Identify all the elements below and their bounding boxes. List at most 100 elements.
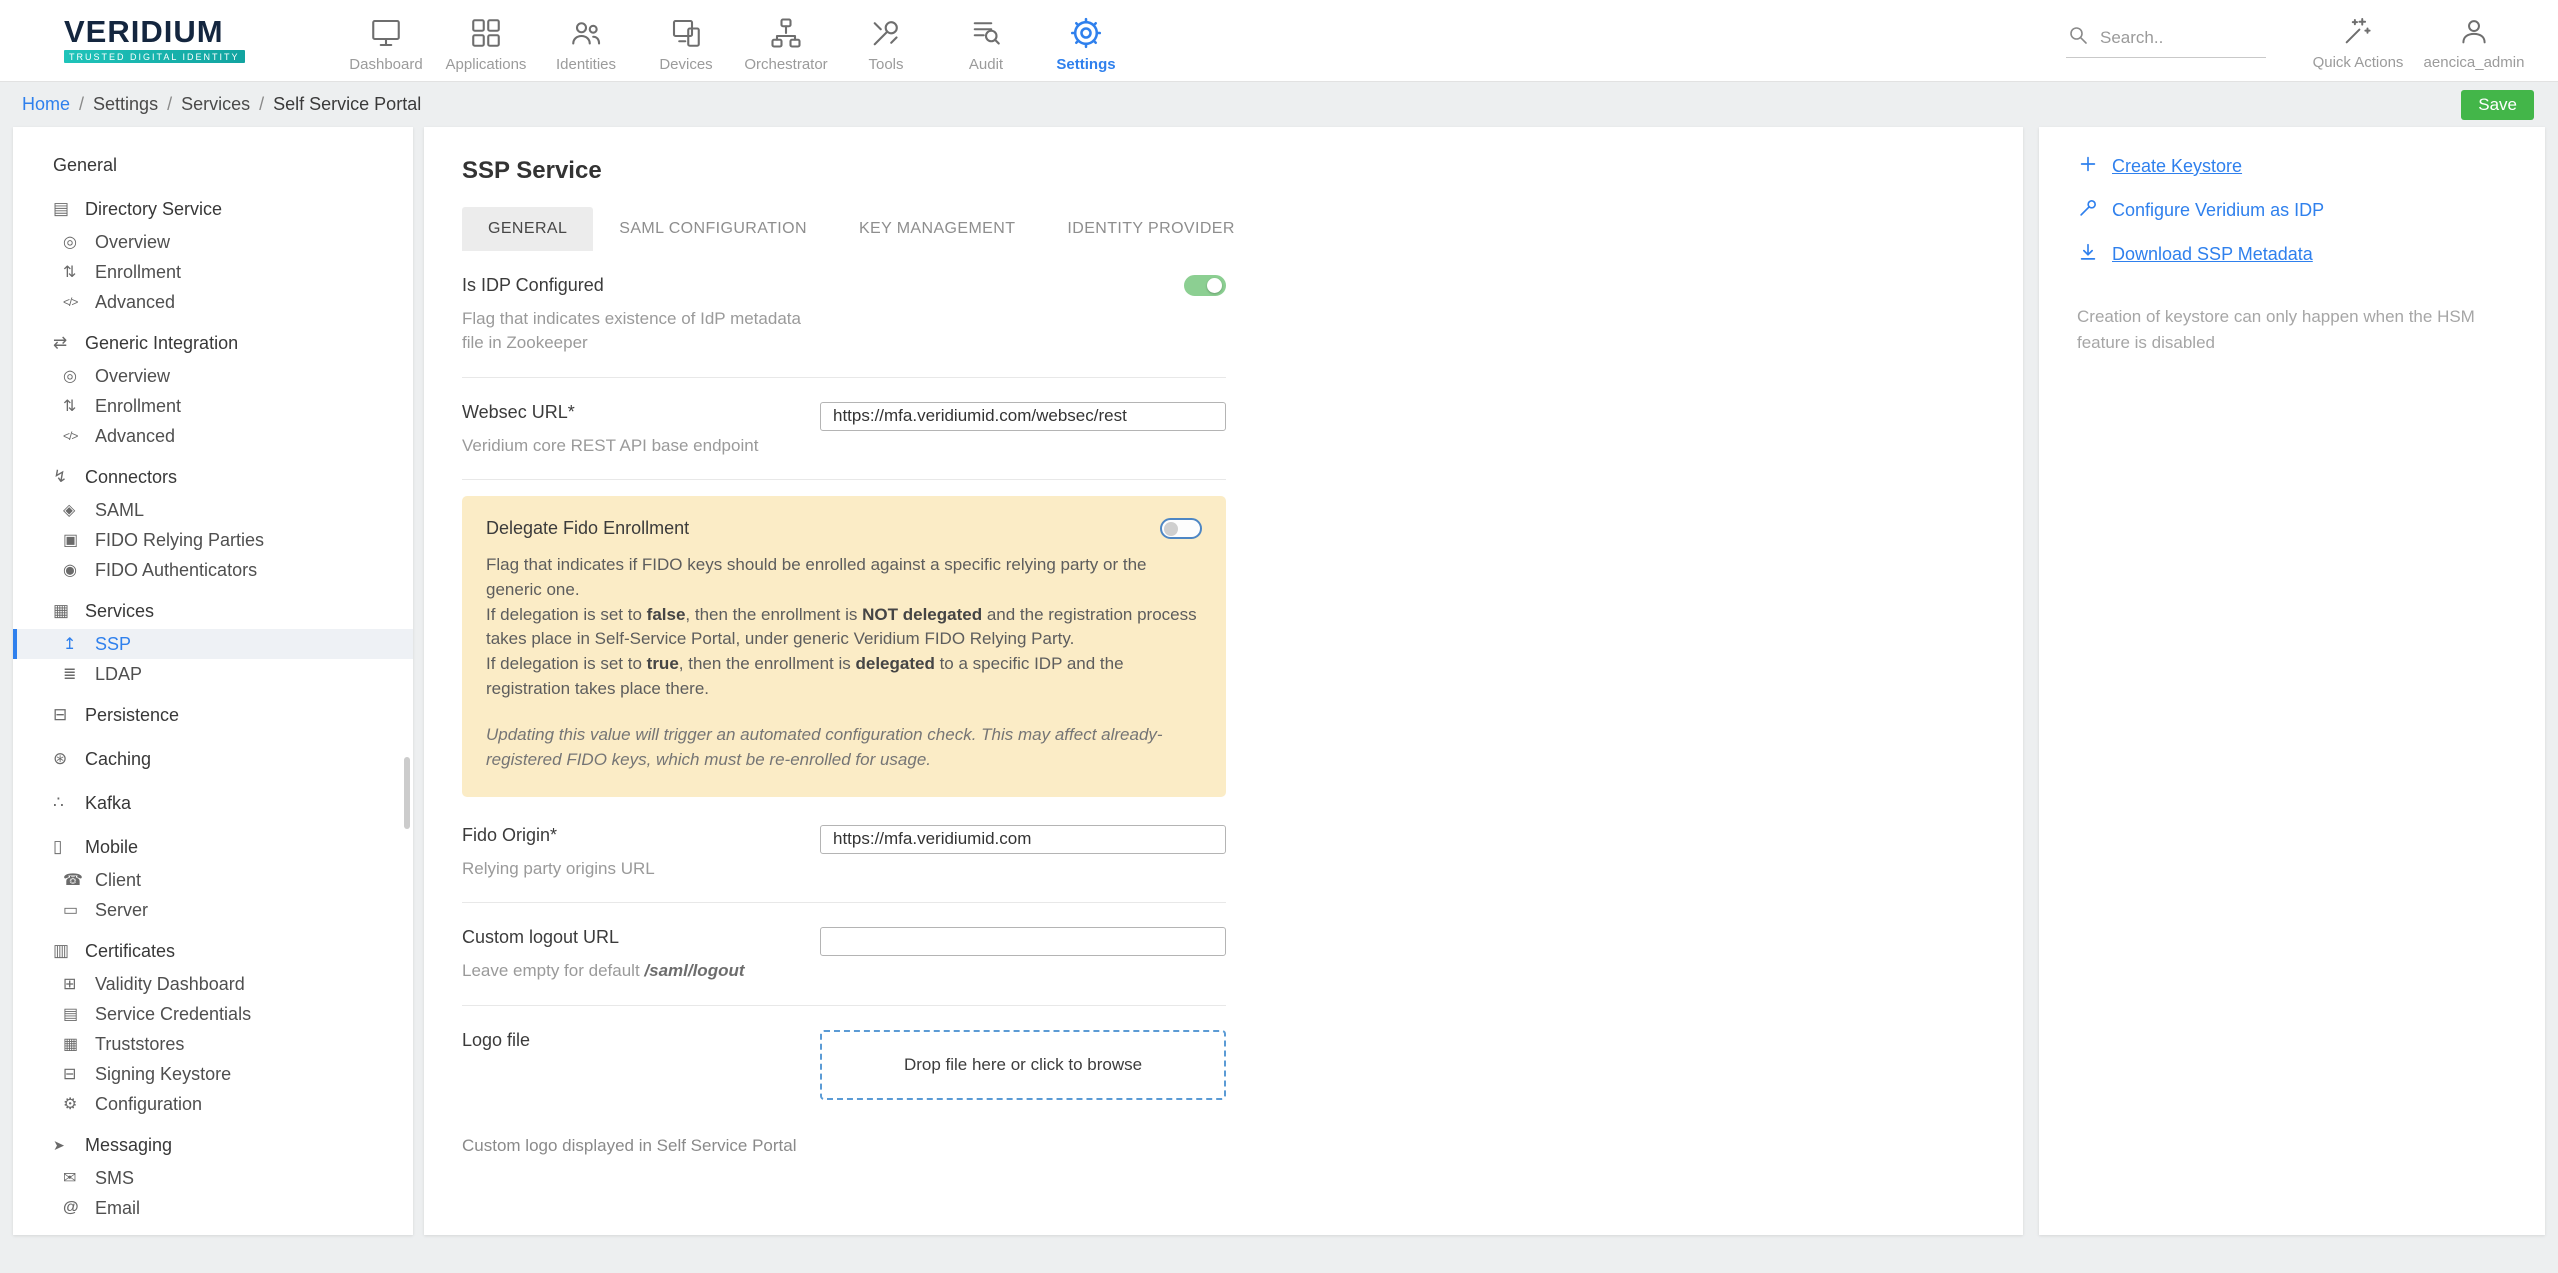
keystore-actions-panel: Create Keystore Configure Veridium as ID… xyxy=(2039,127,2545,1235)
nav-item-dashboard[interactable]: Dashboard xyxy=(336,9,436,73)
sidebar-item-ldap[interactable]: LDAP xyxy=(13,659,413,689)
nav-item-orchestrator[interactable]: Orchestrator xyxy=(736,9,836,73)
field-row-custom-logout: Custom logout URL Leave empty for defaul… xyxy=(462,903,1226,1006)
sidebar-item-ds-advanced[interactable]: Advanced xyxy=(13,287,413,317)
breadcrumb-settings[interactable]: Settings xyxy=(93,94,158,115)
breadcrumb-bar: Home / Settings / Services / Self Servic… xyxy=(0,82,2558,127)
nav-item-tools[interactable]: Tools xyxy=(836,9,936,73)
sidebar-item-sms[interactable]: SMS xyxy=(13,1163,413,1193)
delegate-fido-toggle[interactable] xyxy=(1160,518,1202,539)
sidebar-item-service-credentials[interactable]: Service Credentials xyxy=(13,999,413,1029)
delegate-description-line2: If delegation is set to false, then the … xyxy=(486,603,1202,652)
sidebar-item-email[interactable]: Email xyxy=(13,1193,413,1223)
enrollment-icon xyxy=(63,396,95,416)
nav-item-applications[interactable]: Applications xyxy=(436,9,536,73)
websec-url-input[interactable] xyxy=(820,402,1226,431)
fido-origin-input[interactable] xyxy=(820,825,1226,854)
sidebar-item-certificates[interactable]: Certificates xyxy=(13,933,413,969)
tab-saml-configuration[interactable]: SAML CONFIGURATION xyxy=(593,207,833,251)
field-row-logo-file: Logo file Drop file here or click to bro… xyxy=(462,1006,1226,1122)
sidebar-item-gi-overview[interactable]: Overview xyxy=(13,361,413,391)
sidebar-scrollbar[interactable] xyxy=(404,757,410,829)
sidebar-item-truststores[interactable]: Truststores xyxy=(13,1029,413,1059)
toggle-knob xyxy=(1164,522,1178,536)
devices-icon xyxy=(668,13,704,53)
certificates-icon xyxy=(53,941,85,961)
sidebar-item-saml[interactable]: SAML xyxy=(13,495,413,525)
sidebar-item-gi-advanced[interactable]: Advanced xyxy=(13,421,413,451)
search-input[interactable] xyxy=(2100,28,2260,48)
services-icon xyxy=(53,601,85,621)
ssp-service-panel: SSP Service GENERAL SAML CONFIGURATION K… xyxy=(424,127,2023,1235)
sidebar-item-mobile[interactable]: Mobile xyxy=(13,829,413,865)
nav-item-identities[interactable]: Identities xyxy=(536,9,636,73)
applications-icon xyxy=(468,13,504,53)
custom-logout-input[interactable] xyxy=(820,927,1226,956)
nav-item-settings[interactable]: Settings xyxy=(1036,9,1136,73)
tools-icon xyxy=(868,13,904,53)
sidebar-item-messaging[interactable]: Messaging xyxy=(13,1127,413,1163)
sms-icon xyxy=(63,1168,95,1188)
audit-icon xyxy=(968,13,1004,53)
tab-identity-provider[interactable]: IDENTITY PROVIDER xyxy=(1041,207,1260,251)
breadcrumb-services[interactable]: Services xyxy=(181,94,250,115)
save-button[interactable]: Save xyxy=(2461,90,2534,120)
sidebar-item-client[interactable]: Client xyxy=(13,865,413,895)
sidebar-item-caching[interactable]: Caching xyxy=(13,741,413,777)
sidebar-item-fido-authenticators[interactable]: FIDO Authenticators xyxy=(13,555,413,585)
search-box[interactable] xyxy=(2066,23,2266,58)
quick-actions-wand-icon xyxy=(2341,11,2375,51)
sidebar-item-fido-relying-parties[interactable]: FIDO Relying Parties xyxy=(13,525,413,555)
nav-item-audit[interactable]: Audit xyxy=(936,9,1036,73)
sidebar-item-gi-enrollment[interactable]: Enrollment xyxy=(13,391,413,421)
tab-key-management[interactable]: KEY MANAGEMENT xyxy=(833,207,1041,251)
fido-origin-label: Fido Origin* xyxy=(462,825,655,846)
download-ssp-metadata-link[interactable]: Download SSP Metadata xyxy=(2077,241,2515,268)
veridium-logo[interactable]: VERIDIUM TRUSTED DIGITAL IDENTITY xyxy=(64,16,300,65)
truststores-icon xyxy=(63,1034,95,1054)
quick-actions-button[interactable]: Quick Actions xyxy=(2300,11,2416,71)
user-menu[interactable]: aencica_admin xyxy=(2416,11,2532,71)
server-icon xyxy=(63,900,95,920)
create-keystore-link[interactable]: Create Keystore xyxy=(2077,153,2515,180)
sidebar-item-ds-enrollment[interactable]: Enrollment xyxy=(13,257,413,287)
nav-item-devices[interactable]: Devices xyxy=(636,9,736,73)
sidebar-item-services[interactable]: Services xyxy=(13,593,413,629)
top-right-cluster: Quick Actions aencica_admin xyxy=(2066,11,2532,71)
fido-relying-parties-icon xyxy=(63,530,95,550)
sidebar-item-generic-integration[interactable]: Generic Integration xyxy=(13,325,413,361)
sidebar-item-kafka[interactable]: Kafka xyxy=(13,785,413,821)
fido-origin-description: Relying party origins URL xyxy=(462,857,655,881)
overview-icon xyxy=(63,232,95,252)
logo-file-dropzone[interactable]: Drop file here or click to browse xyxy=(820,1030,1226,1100)
breadcrumb-home[interactable]: Home xyxy=(22,94,70,115)
messaging-icon xyxy=(53,1135,85,1155)
sidebar-item-ssp[interactable]: SSP xyxy=(13,629,413,659)
websec-url-label: Websec URL* xyxy=(462,402,758,423)
mobile-icon xyxy=(53,837,85,857)
sidebar-item-persistence[interactable]: Persistence xyxy=(13,697,413,733)
sidebar-item-ds-overview[interactable]: Overview xyxy=(13,227,413,257)
breadcrumb-current: Self Service Portal xyxy=(273,94,421,115)
page-title: SSP Service xyxy=(462,157,1985,185)
sidebar-item-signing-keystore[interactable]: Signing Keystore xyxy=(13,1059,413,1089)
delegate-fido-label: Delegate Fido Enrollment xyxy=(486,518,689,539)
custom-logout-description: Leave empty for default /saml/logout xyxy=(462,959,745,983)
persistence-icon xyxy=(53,705,85,725)
sidebar-item-connectors[interactable]: Connectors xyxy=(13,459,413,495)
sidebar-item-validity-dashboard[interactable]: Validity Dashboard xyxy=(13,969,413,999)
download-icon xyxy=(2077,241,2112,268)
sidebar-item-directory-service[interactable]: Directory Service xyxy=(13,191,413,227)
plus-icon xyxy=(2077,153,2112,180)
sidebar-item-general[interactable]: General xyxy=(13,147,413,183)
idp-configured-toggle[interactable] xyxy=(1184,275,1226,296)
validity-dashboard-icon xyxy=(63,974,95,994)
logo-file-description: Custom logo displayed in Self Service Po… xyxy=(462,1136,1226,1156)
advanced-code-icon xyxy=(63,293,95,311)
sidebar-item-configuration[interactable]: Configuration xyxy=(13,1089,413,1119)
configure-veridium-idp-link[interactable]: Configure Veridium as IDP xyxy=(2077,197,2515,224)
tab-general[interactable]: GENERAL xyxy=(462,207,593,251)
sidebar-item-server[interactable]: Server xyxy=(13,895,413,925)
wrench-icon xyxy=(2077,197,2112,224)
breadcrumb-separator: / xyxy=(259,94,264,115)
